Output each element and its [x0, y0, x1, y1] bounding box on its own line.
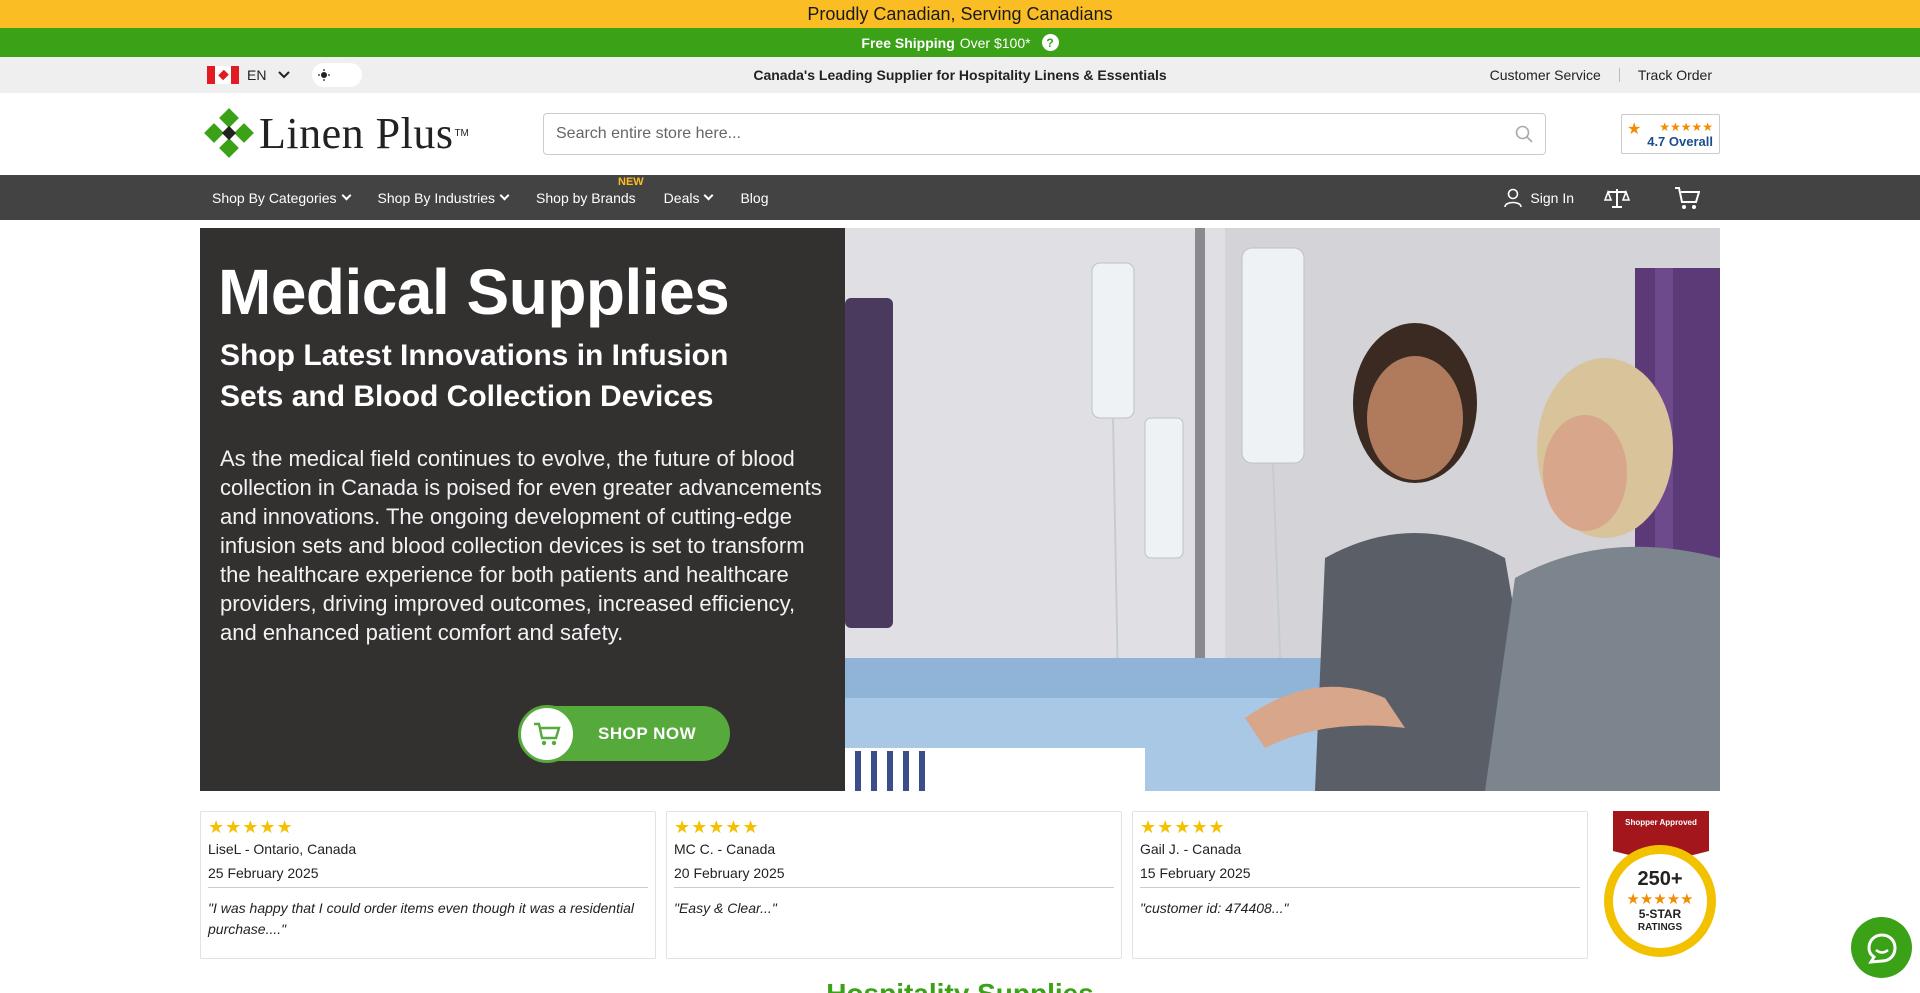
utility-links: Customer Service Track Order	[1490, 57, 1712, 93]
cart-button[interactable]	[1674, 186, 1700, 210]
review-stars: ★★★★★	[674, 817, 760, 837]
section-heading: Hospitality Supplies	[0, 978, 1920, 993]
reviewer-name: MC C. - Canada	[674, 841, 776, 857]
store-rating-badge[interactable]: ★ ★★★★★ 4.7 Overall	[1621, 114, 1720, 154]
help-icon[interactable]: ?	[1041, 34, 1059, 51]
logo[interactable]: Linen Plus TM	[204, 108, 469, 158]
compare-button[interactable]	[1604, 187, 1630, 209]
reviewer-name: LiseL - Ontario, Canada	[208, 841, 357, 857]
announcement-text: Proudly Canadian, Serving Canadians	[807, 3, 1113, 24]
language-code: EN	[247, 67, 267, 83]
announcement-bar: Proudly Canadian, Serving Canadians	[0, 0, 1920, 28]
hero-photo-nurse-patient	[845, 228, 1720, 791]
nav-shop-by-categories[interactable]: Shop By Categories	[212, 189, 351, 206]
review-card[interactable]: ★★★★★ MC C. - Canada 20 February 2025 "E…	[666, 811, 1122, 959]
nav-label: Deals	[663, 189, 700, 206]
free-shipping-threshold: Over $100*	[959, 34, 1031, 51]
track-order-link[interactable]: Track Order	[1638, 67, 1712, 83]
rating-stars: ★★★★★	[1659, 119, 1713, 134]
nav-label: Shop By Categories	[212, 189, 337, 206]
rating-text: 4.7 Overall	[1647, 133, 1713, 149]
shop-now-label: SHOP NOW	[598, 723, 697, 743]
shopper-approved-badge[interactable]: Shopper Approved 250+ ★★★★★ 5-STAR RATIN…	[1601, 811, 1720, 959]
review-date: 15 February 2025	[1140, 865, 1580, 888]
theme-toggle[interactable]	[312, 63, 363, 87]
review-date: 25 February 2025	[208, 865, 648, 888]
logo-text: Linen Plus	[259, 108, 454, 158]
logo-mark-icon	[204, 108, 254, 158]
rating-star-icon: ★	[1627, 121, 1642, 138]
language-selector[interactable]: EN	[207, 57, 363, 93]
chevron-down-icon	[704, 190, 714, 201]
search-icon[interactable]	[1515, 125, 1533, 143]
hero-text-panel: Medical Supplies Shop Latest Innovations…	[200, 228, 845, 791]
approved-label-2: RATINGS	[1638, 922, 1683, 933]
shop-now-button[interactable]: SHOP NOW	[518, 704, 730, 763]
review-stars: ★★★★★	[208, 817, 294, 837]
new-badge: NEW	[618, 175, 644, 188]
nav-label: Shop by Brands	[536, 189, 636, 206]
nav-shop-by-industries[interactable]: Shop By Industries	[377, 189, 510, 206]
site-header: Linen Plus TM ★ ★★★★★ 4.7 Overall	[0, 93, 1920, 175]
chat-button[interactable]	[1851, 917, 1912, 978]
sign-in-link[interactable]: Sign In	[1504, 188, 1574, 208]
divider	[1618, 68, 1620, 82]
hero-photo-illustration	[845, 228, 1720, 791]
review-stars: ★★★★★	[1140, 817, 1226, 837]
hero-body: As the medical field continues to evolve…	[220, 446, 822, 645]
reviewer-name: Gail J. - Canada	[1140, 841, 1242, 857]
review-card[interactable]: ★★★★★ LiseL - Ontario, Canada 25 Februar…	[200, 811, 656, 959]
compare-scale-icon	[1604, 188, 1630, 208]
hero-banner[interactable]: Medical Supplies Shop Latest Innovations…	[200, 228, 1720, 791]
hero-subtitle: Shop Latest Innovations in Infusion Sets…	[220, 339, 729, 413]
nav-deals[interactable]: Deals	[663, 189, 714, 206]
search-box[interactable]	[543, 113, 1546, 155]
shipping-bar: Free Shipping Over $100* ?	[0, 28, 1920, 57]
review-date: 20 February 2025	[674, 865, 1114, 888]
chevron-down-icon	[278, 71, 291, 79]
utility-bar: EN Canada's Leading Supplier for Hospita…	[0, 57, 1920, 93]
chat-icon	[1866, 932, 1897, 964]
chevron-down-icon	[499, 190, 510, 201]
approved-label-1: 5-STAR	[1639, 907, 1682, 921]
canada-flag-icon	[207, 66, 239, 84]
search-input[interactable]	[556, 125, 1515, 143]
logo-trademark: TM	[454, 127, 469, 139]
user-icon	[1504, 188, 1523, 207]
free-shipping-label: Free Shipping	[861, 34, 955, 51]
review-card[interactable]: ★★★★★ Gail J. - Canada 15 February 2025 …	[1132, 811, 1588, 959]
review-quote: "I was happy that I could order items ev…	[208, 900, 634, 937]
sign-in-label: Sign In	[1530, 189, 1574, 206]
cart-icon	[518, 704, 576, 763]
nav-label: Shop By Industries	[377, 189, 496, 206]
cart-icon	[1675, 186, 1700, 209]
review-quote: "customer id: 474408..."	[1140, 900, 1289, 916]
customer-service-link[interactable]: Customer Service	[1490, 67, 1601, 83]
nav-blog[interactable]: Blog	[740, 190, 768, 206]
chevron-down-icon	[341, 190, 351, 201]
hero-title: Medical Supplies	[218, 256, 730, 328]
reviews-strip: ★★★★★ LiseL - Ontario, Canada 25 Februar…	[200, 811, 1720, 959]
approved-stars-icon: ★★★★★	[1626, 890, 1693, 908]
sun-icon	[318, 69, 331, 81]
nav-shop-by-brands[interactable]: Shop by Brands NEW	[536, 176, 644, 206]
approved-brand: Shopper Approved	[1625, 818, 1697, 827]
review-quote: "Easy & Clear..."	[674, 900, 777, 916]
nav-label: Blog	[740, 189, 769, 206]
main-nav: Shop By Categories Shop By Industries Sh…	[0, 175, 1920, 220]
approved-count: 250+	[1637, 868, 1682, 890]
